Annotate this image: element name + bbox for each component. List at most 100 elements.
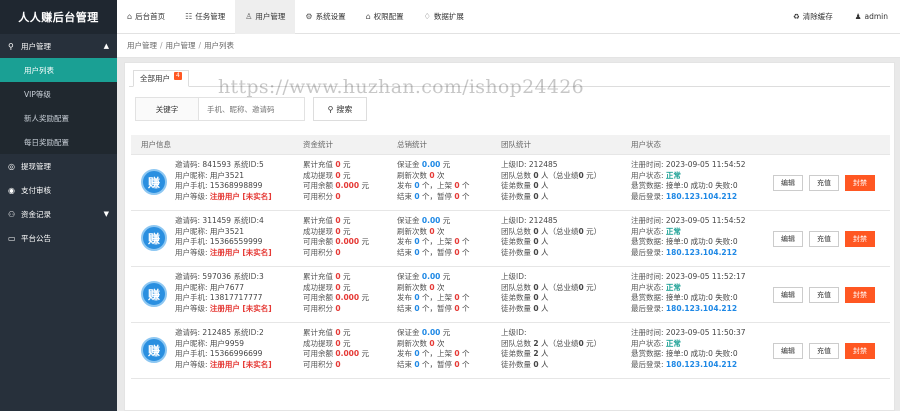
ban-button[interactable]: 封禁	[845, 231, 875, 247]
sales-cell: 保证金 0.00 元 刷新次数 0 次 发布 0 个，上架 0 个 结束 0 个…	[397, 160, 470, 202]
top-right: ♻ 清除缓存 ♟ admin	[771, 11, 900, 22]
ban-button[interactable]: 封禁	[845, 287, 875, 303]
cell-value: 180.123.104.212	[665, 359, 738, 369]
cell-value: [未实名]	[242, 303, 272, 313]
cell-value: 0	[335, 226, 341, 236]
cell-label: 系统ID:	[233, 272, 259, 281]
sidebar-group-ledger[interactable]: ⚇ 资金记录 ▼	[0, 202, 117, 226]
sidebar-group-pay[interactable]: ◉ 支付审核	[0, 178, 117, 202]
sidebar-group-label: 资金记录	[21, 209, 51, 219]
table-row: 赚 邀请码: 841593 系统ID:5 用户昵称: 用户3521 用户手机: …	[131, 155, 890, 211]
cell-value: 用户3521	[209, 226, 245, 236]
clear-cache-button[interactable]: ♻ 清除缓存	[793, 11, 833, 22]
cell-label: 元	[361, 181, 370, 190]
cell-value: 0	[454, 237, 460, 246]
cell-value: 841593	[202, 160, 232, 169]
cell-label: 个	[462, 181, 470, 190]
cell-value: 15366559999	[209, 237, 263, 246]
cell-value: 0	[335, 282, 341, 292]
cell-label: 邀请码:	[175, 272, 201, 281]
cell-value: 0	[454, 247, 460, 257]
cell-line: 发布 0 个，上架 0 个	[397, 349, 470, 358]
recharge-button[interactable]: 充值	[809, 287, 839, 303]
phone-line: 用户手机: 15366559999	[175, 237, 272, 248]
cell-label: 团队总数	[501, 338, 531, 348]
recharge-button[interactable]: 充值	[809, 343, 839, 359]
invite-line: 邀请码: 212485 系统ID:2	[175, 328, 272, 339]
cell-value: 0.00	[421, 216, 441, 225]
cell-line: 团队总数 2 人（总业绩0 元）	[501, 338, 602, 348]
cell-label: 结束	[397, 303, 412, 313]
cell-line: 徒孙数量 0 人	[501, 192, 601, 203]
breadcrumb-item: 用户列表	[204, 41, 235, 50]
tab-permissions[interactable]: ⌂ 权限配置	[356, 0, 414, 34]
avatar-text: 赚	[147, 231, 160, 246]
cell-value: 0	[454, 303, 460, 313]
sidebar-item-vip[interactable]: VIP等级	[0, 82, 117, 106]
cell-label: 元	[343, 282, 351, 292]
search-input[interactable]	[199, 97, 305, 121]
status-cell: 注册时间: 2023-09-05 11:54:52 用户状态: 正常 悬赏数据:…	[631, 216, 746, 258]
edit-button[interactable]: 编辑	[773, 287, 803, 303]
cell-label: 元	[442, 328, 451, 337]
cell-label: 用户手机:	[175, 349, 208, 358]
cell-label: 徒弟数量	[501, 181, 531, 190]
ban-button[interactable]: 封禁	[845, 343, 875, 359]
breadcrumb-item[interactable]: 用户管理	[166, 40, 196, 51]
nick-line: 用户昵称: 用户3521	[175, 227, 272, 238]
cell-label: 个	[422, 237, 430, 246]
status-cell: 注册时间: 2023-09-05 11:52:17 用户状态: 正常 悬赏数据:…	[631, 272, 746, 314]
cell-line: 团队总数 0 人（总业绩0 元）	[501, 170, 602, 180]
tab-task[interactable]: ☷ 任务管理	[175, 0, 235, 34]
sidebar-group-withdraw[interactable]: ◎ 提现管理	[0, 154, 117, 178]
nav-label: 用户管理	[255, 12, 286, 21]
cell-value: 212485	[528, 160, 558, 169]
cell-label: 累计充值	[303, 216, 333, 225]
cell-label: 次	[437, 282, 445, 292]
sidebar-item-daily-reward[interactable]: 每日奖励配置	[0, 130, 117, 154]
cell-line: 可用余额 0.000 元	[303, 349, 369, 360]
sidebar-group-notice[interactable]: ▭ 平台公告	[0, 226, 117, 250]
sidebar-item-user-list[interactable]: 用户列表	[0, 58, 117, 82]
sidebar-item-newbie-reward[interactable]: 新人奖励配置	[0, 106, 117, 130]
sidebar-group-label: 支付审核	[21, 185, 51, 195]
cell-label: 人	[541, 191, 549, 201]
cell-line: 刷新次数 0 次	[397, 171, 470, 182]
edit-button[interactable]: 编辑	[773, 343, 803, 359]
user-icon: ⚲	[8, 41, 14, 51]
cell-label: 悬赏数据:	[631, 293, 664, 302]
cell-label: 发布	[397, 237, 412, 246]
recharge-button[interactable]: 充值	[809, 231, 839, 247]
edit-button[interactable]: 编辑	[773, 231, 803, 247]
sidebar-group-user[interactable]: ⚲ 用户管理 ▲	[0, 34, 117, 58]
phone-line: 用户手机: 15366996699	[175, 349, 272, 360]
row-actions: 编辑 充值 封禁	[773, 287, 881, 303]
cell-line: 可用积分 0	[303, 360, 369, 371]
breadcrumb-item[interactable]: 用户管理	[127, 40, 157, 51]
cell-label: 最后登录:	[631, 359, 664, 369]
cell-label: 用户手机:	[175, 181, 208, 190]
cell-line: 注册时间: 2023-09-05 11:54:52	[631, 160, 746, 171]
admin-menu[interactable]: ♟ admin	[855, 12, 888, 21]
cell-label: 上级ID:	[501, 216, 527, 225]
cell-label: 用户昵称:	[175, 338, 208, 348]
search-button-label: 搜索	[336, 104, 353, 114]
tab-data[interactable]: ♢ 数据扩展	[414, 0, 474, 34]
cell-line: 成功提现 0 元	[303, 339, 369, 350]
cell-label: 接单:0 成功:0 失败:0	[665, 181, 738, 190]
ban-button[interactable]: 封禁	[845, 175, 875, 191]
cell-line: 发布 0 个，上架 0 个	[397, 181, 470, 190]
search-button[interactable]: ⚲ 搜索	[313, 97, 367, 121]
tab-users[interactable]: ♙ 用户管理	[235, 0, 296, 34]
edit-button[interactable]: 编辑	[773, 175, 803, 191]
tab-all-users[interactable]: 全部用户 4	[133, 70, 189, 87]
cell-label: 元	[361, 349, 370, 358]
tab-settings[interactable]: ⚙ 系统设置	[295, 0, 355, 34]
tab-home[interactable]: ⌂ 后台首页	[117, 0, 175, 34]
cell-value: 0	[533, 293, 539, 302]
cell-value: 注册用户	[209, 247, 240, 257]
cell-label: 元	[586, 170, 594, 180]
cell-label: 个	[422, 303, 430, 313]
avatar-text: 赚	[147, 175, 160, 190]
recharge-button[interactable]: 充值	[809, 175, 839, 191]
